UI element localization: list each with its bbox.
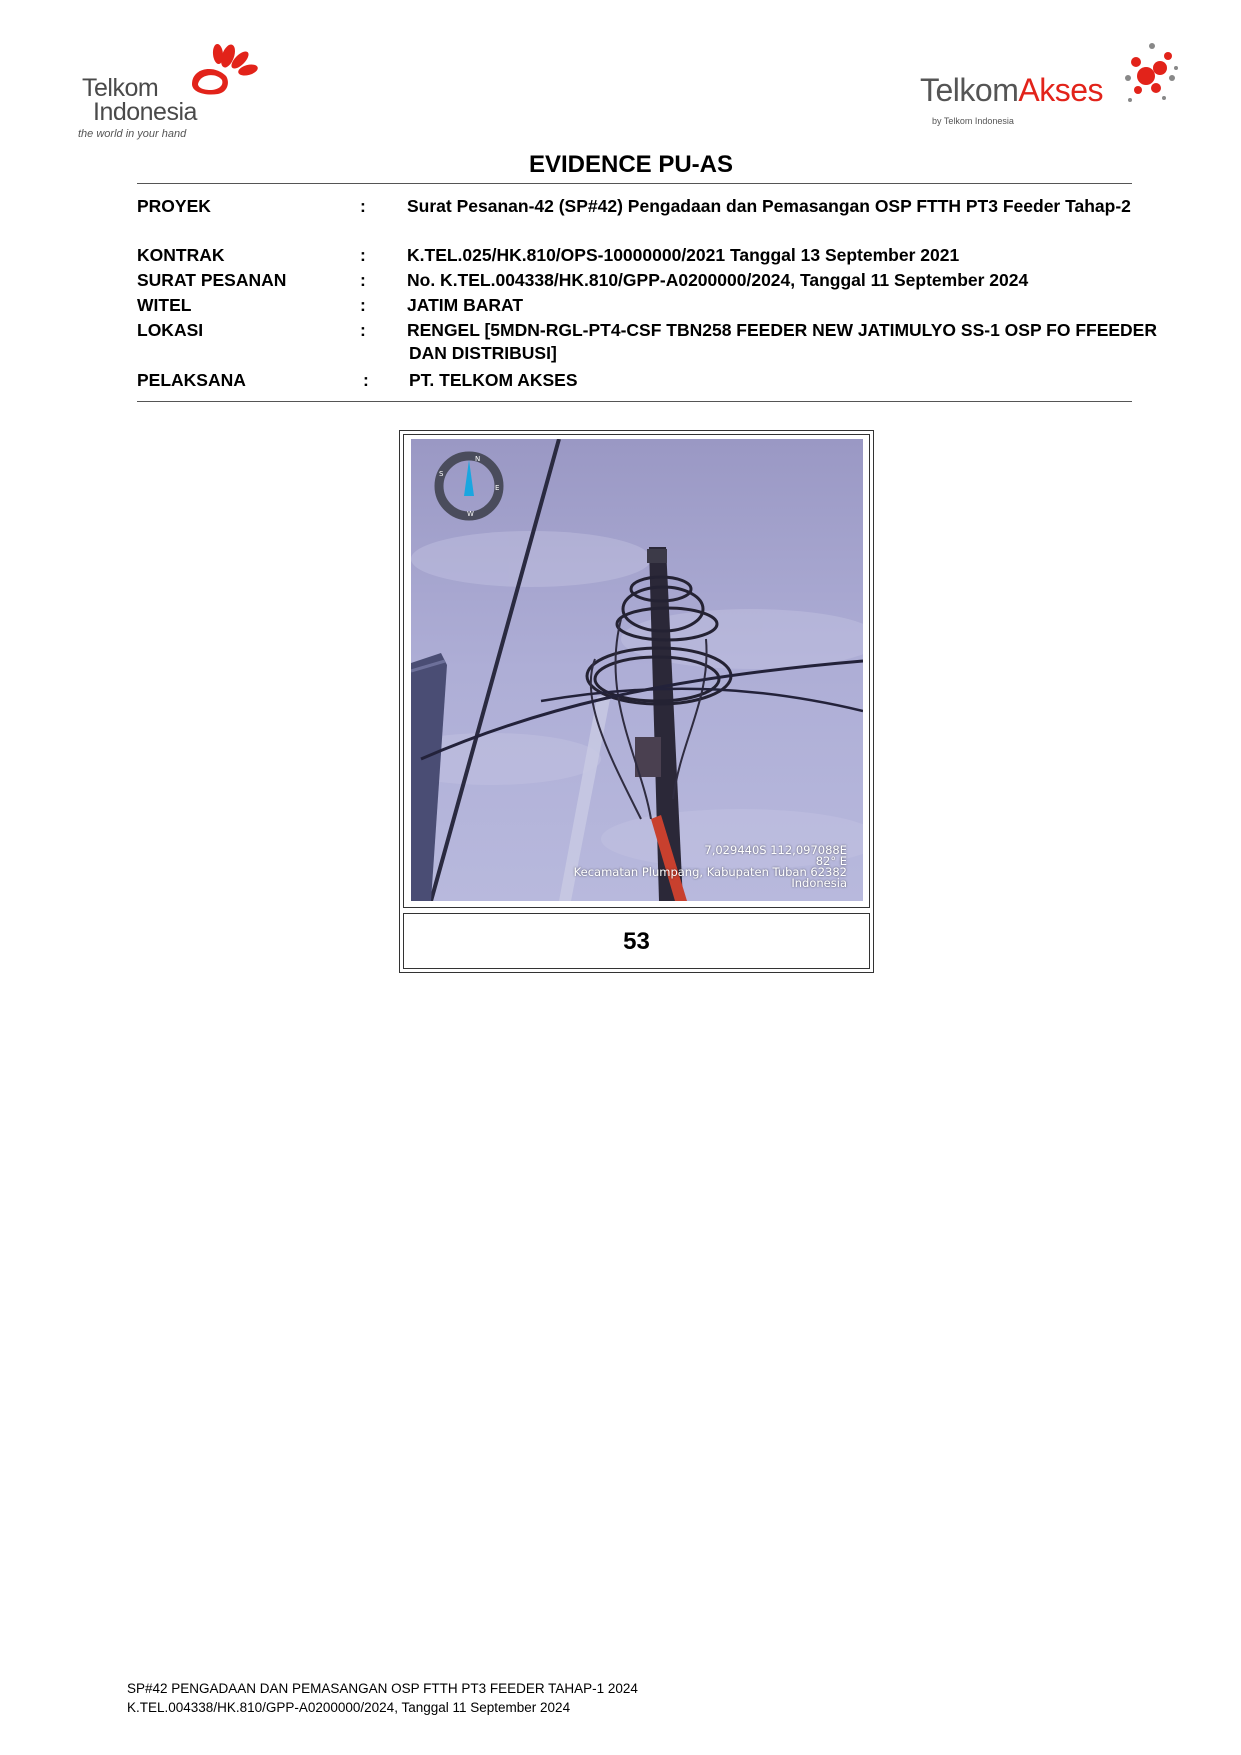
geo-stamp: 7,029440S 112,097088E 82° E Kecamatan Pl… bbox=[547, 843, 847, 890]
logo-byline: by Telkom Indonesia bbox=[932, 116, 1014, 126]
akses-dots-logo-icon bbox=[1125, 43, 1178, 102]
colon: : bbox=[360, 245, 366, 265]
colon: : bbox=[360, 295, 366, 315]
evidence-number: 53 bbox=[403, 913, 870, 969]
telkom-akses-logo: TelkomAkses by Telkom Indonesia bbox=[920, 38, 1190, 138]
telkom-indonesia-logo: Telkom Indonesia the world in your hand bbox=[78, 42, 268, 142]
telkom-flower-logo-icon bbox=[192, 44, 258, 95]
page-title: EVIDENCE PU-AS bbox=[528, 151, 734, 178]
logo-word-telkom: Telkom bbox=[920, 72, 1019, 108]
footer-line2: K.TEL.004338/HK.810/GPP-A0200000/2024, T… bbox=[127, 1700, 571, 1715]
value-lokasi-line2: DAN DISTRIBUSI] bbox=[409, 343, 557, 363]
footer-line1: SP#42 PENGADAAN DAN PEMASANGAN OSP FTTH … bbox=[127, 1681, 638, 1696]
colon: : bbox=[360, 196, 366, 216]
value-surat-pesanan: No. K.TEL.004338/HK.810/GPP-A0200000/202… bbox=[407, 270, 1029, 290]
logo-tagline: the world in your hand bbox=[78, 128, 187, 140]
logo-word-akses: Akses bbox=[1018, 72, 1103, 108]
colon: : bbox=[363, 370, 369, 390]
value-lokasi: RENGEL [5MDN-RGL-PT4-CSF TBN258 FEEDER N… bbox=[407, 320, 1157, 340]
value-kontrak: K.TEL.025/HK.810/OPS-10000000/2021 Tangg… bbox=[407, 245, 960, 265]
label-pelaksana: PELAKSANA bbox=[137, 370, 246, 390]
colon: : bbox=[360, 320, 366, 340]
compass-letter-w: W bbox=[467, 510, 474, 518]
value-pelaksana: PT. TELKOM AKSES bbox=[409, 370, 578, 390]
value-proyek: Surat Pesanan-42 (SP#42) Pengadaan dan P… bbox=[407, 196, 1131, 216]
compass-letter-e: E bbox=[495, 484, 499, 492]
label-witel: WITEL bbox=[137, 295, 192, 315]
label-kontrak: KONTRAK bbox=[137, 245, 225, 265]
logo-text-line2: Indonesia bbox=[93, 98, 197, 126]
top-divider bbox=[137, 183, 1132, 184]
page-footer: SP#42 PENGADAAN DAN PEMASANGAN OSP FTTH … bbox=[127, 1679, 638, 1717]
label-surat-pesanan: SURAT PESANAN bbox=[137, 270, 287, 290]
stamp-country: Indonesia bbox=[791, 876, 847, 890]
bottom-divider bbox=[137, 401, 1132, 402]
label-lokasi: LOKASI bbox=[137, 320, 204, 340]
value-witel: JATIM BARAT bbox=[407, 295, 524, 315]
evidence-photo: N E S W 7,029440S 112,097088E 82° E Keca… bbox=[411, 439, 863, 901]
label-proyek: PROYEK bbox=[137, 196, 211, 216]
stamp-coordinates: 7,029440S 112,097088E bbox=[704, 843, 847, 857]
compass-letter-s: S bbox=[439, 470, 444, 478]
compass-letter-n: N bbox=[475, 455, 480, 463]
colon: : bbox=[360, 270, 366, 290]
pole-photo-image: N E S W bbox=[411, 439, 863, 901]
